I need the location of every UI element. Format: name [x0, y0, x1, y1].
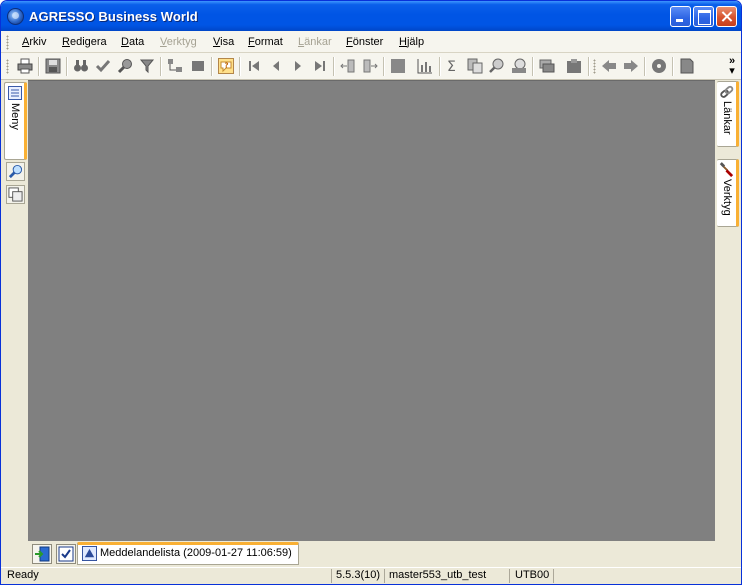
right-panel: Länkar Verktyg	[715, 80, 741, 567]
tab-meny[interactable]: Meny	[4, 82, 27, 160]
title-bar[interactable]: AGRESSO Business World	[1, 1, 741, 31]
menu-data[interactable]: Data	[121, 36, 144, 48]
status-separator	[509, 569, 510, 583]
toolbar-separator	[160, 57, 161, 76]
window-title: AGRESSO Business World	[29, 9, 198, 24]
collapse-icon[interactable]	[362, 58, 378, 74]
toolbar-separator	[38, 57, 39, 76]
print-icon[interactable]	[17, 58, 33, 74]
stop-icon[interactable]	[190, 58, 206, 74]
first-record-icon[interactable]	[246, 58, 262, 74]
menu-format[interactable]: Format	[248, 36, 283, 48]
toolbar-separator	[439, 57, 440, 76]
help-icon[interactable]: ?	[218, 58, 234, 74]
last-record-icon[interactable]	[312, 58, 328, 74]
toolbar-separator	[672, 57, 673, 76]
copy-windows-icon	[8, 187, 23, 202]
menu-hjalp[interactable]: Hjälp	[399, 36, 424, 48]
preview-icon[interactable]	[511, 58, 527, 74]
cd-icon[interactable]	[651, 58, 667, 74]
status-version: 5.5.3(10)	[336, 569, 381, 581]
tab-verktyg-label: Verktyg	[721, 179, 733, 216]
filter-icon[interactable]	[139, 58, 155, 74]
grid-icon[interactable]	[390, 58, 406, 74]
toolbar-separator	[333, 57, 334, 76]
menu-list-icon	[8, 86, 22, 100]
task-checkbox-button[interactable]	[56, 544, 76, 564]
menu-bar: Arkiv Redigera Data Verktyg Visa Format …	[1, 31, 741, 53]
mdi-workspace[interactable]	[28, 80, 715, 541]
tab-meddelandelista-label: Meddelandelista (2009-01-27 11:06:59)	[100, 547, 292, 559]
toolbar-separator	[644, 57, 645, 76]
status-bar: Ready 5.5.3(10) master553_utb_test UTB00	[1, 567, 741, 584]
bar-chart-icon[interactable]	[417, 58, 433, 74]
tab-verktyg[interactable]: Verktyg	[717, 159, 739, 227]
exit-door-icon	[35, 546, 50, 562]
menu-redigera[interactable]: Redigera	[62, 36, 107, 48]
find-icon[interactable]	[73, 58, 89, 74]
zoom-icon[interactable]	[489, 58, 505, 74]
message-list-icon	[82, 546, 97, 561]
previous-record-icon[interactable]	[268, 58, 284, 74]
toolbar-overflow-button[interactable]: » ▾	[726, 55, 738, 77]
agresso-logo-icon[interactable]	[7, 8, 24, 25]
toolbar-separator	[211, 57, 212, 76]
forward-arrow-icon[interactable]	[623, 58, 639, 74]
toolbar-separator	[588, 57, 589, 76]
checkbox-icon	[58, 546, 74, 562]
search-icon	[8, 164, 23, 179]
exit-document-button[interactable]	[32, 544, 52, 564]
link-chain-icon	[720, 85, 734, 98]
search-icon[interactable]	[117, 58, 133, 74]
menu-grip-handle[interactable]	[6, 35, 9, 50]
hammer-icon	[719, 162, 734, 177]
clipboard-icon[interactable]	[566, 58, 582, 74]
left-panel: Meny	[1, 80, 28, 567]
toolbar-separator	[532, 57, 533, 76]
toolbar-grip-handle[interactable]	[593, 59, 596, 74]
back-arrow-icon[interactable]	[601, 58, 617, 74]
minimize-button[interactable]	[670, 6, 691, 27]
tab-meny-label: Meny	[9, 103, 21, 130]
document-icon[interactable]	[679, 58, 695, 74]
status-separator	[331, 569, 332, 583]
status-separator	[384, 569, 385, 583]
close-button[interactable]	[716, 6, 737, 27]
expand-icon[interactable]	[340, 58, 356, 74]
windows-icon[interactable]	[539, 58, 555, 74]
windows-panel-button[interactable]	[6, 185, 25, 204]
overflow-chevron-icon: »	[728, 55, 736, 67]
check-icon[interactable]	[95, 58, 111, 74]
maximize-button[interactable]	[693, 6, 714, 27]
svg-text:Σ: Σ	[447, 59, 456, 74]
toolbar-separator	[66, 57, 67, 76]
toolbar-separator	[383, 57, 384, 76]
toolbar: ? Σ » ▾	[1, 53, 741, 80]
status-separator	[553, 569, 554, 583]
menu-visa[interactable]: Visa	[213, 36, 234, 48]
toolbar-separator	[239, 57, 240, 76]
menu-verktyg[interactable]: Verktyg	[160, 36, 197, 48]
save-icon[interactable]	[45, 58, 61, 74]
document-task-area: Meddelandelista (2009-01-27 11:06:59)	[1, 541, 741, 567]
status-text: Ready	[7, 569, 39, 581]
copy-icon[interactable]	[467, 58, 483, 74]
status-database: master553_utb_test	[389, 569, 487, 581]
toolbar-grip-handle[interactable]	[6, 59, 9, 74]
tab-lankar[interactable]: Länkar	[717, 81, 739, 147]
tree-icon[interactable]	[167, 58, 183, 74]
menu-lankar[interactable]: Länkar	[298, 36, 332, 48]
next-record-icon[interactable]	[290, 58, 306, 74]
search-panel-button[interactable]	[6, 162, 25, 181]
tab-lankar-label: Länkar	[721, 101, 733, 135]
menu-arkiv[interactable]: Arkiv	[22, 36, 46, 48]
status-client: UTB00	[515, 569, 550, 581]
svg-text:?: ?	[225, 62, 229, 70]
sum-icon[interactable]: Σ	[445, 58, 461, 74]
app-window: AGRESSO Business World Arkiv Redigera Da…	[0, 0, 742, 585]
menu-fonster[interactable]: Fönster	[346, 36, 383, 48]
tab-meddelandelista[interactable]: Meddelandelista (2009-01-27 11:06:59)	[77, 542, 299, 565]
